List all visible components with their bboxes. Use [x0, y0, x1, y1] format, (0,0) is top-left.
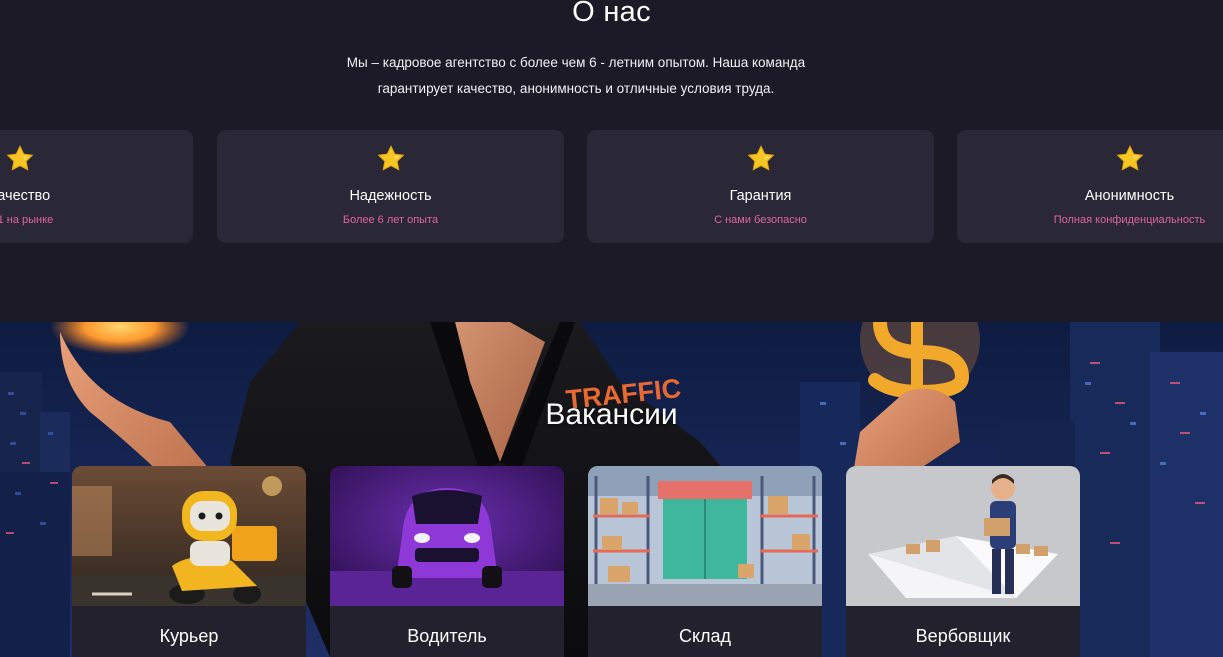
vacancies-title: Вакансии	[545, 398, 678, 431]
about-title: О нас	[572, 0, 651, 28]
driver-image	[330, 466, 564, 606]
feature-card-reliability: Надежность Более 6 лет опыта	[217, 130, 564, 243]
vacancy-card-recruiter[interactable]: Вербовщик	[846, 466, 1080, 657]
vacancy-card-courier[interactable]: Курьер	[72, 466, 306, 657]
feature-subtitle: Полная конфиденциальность	[1053, 214, 1206, 226]
feature-title: Надежность	[349, 188, 432, 204]
feature-card-anonymity: Анонимность Полная конфиденциальность	[957, 130, 1223, 243]
vacancy-title: Водитель	[407, 626, 487, 646]
courier-image	[72, 466, 306, 606]
feature-card-guarantee: Гарантия С нами безопасно	[587, 130, 934, 243]
feature-subtitle: Более 6 лет опыта	[342, 214, 439, 226]
vacancies-section: TRAFFIC Вакансии Курьер Водитель Склад В…	[0, 322, 1223, 657]
feature-subtitle: №1 на рынке	[0, 214, 54, 226]
vacancy-card-driver[interactable]: Водитель	[330, 466, 564, 657]
vacancy-card-warehouse[interactable]: Склад	[588, 466, 822, 657]
star-icon	[217, 144, 564, 174]
warehouse-image	[588, 466, 822, 606]
feature-subtitle: С нами безопасно	[714, 214, 807, 226]
recruiter-image	[846, 466, 1080, 606]
feature-card-quality: Качество №1 на рынке	[0, 130, 193, 243]
about-description: Мы – кадровое агентство с более чем 6 - …	[346, 55, 806, 96]
page: О нас Мы – кадровое агентство с более че…	[0, 0, 1223, 657]
feature-title: Анонимность	[1084, 188, 1175, 204]
star-icon	[0, 144, 193, 174]
about-section: О нас Мы – кадровое агентство с более че…	[0, 0, 1223, 322]
star-icon	[587, 144, 934, 174]
vacancy-title: Вербовщик	[915, 626, 1011, 646]
features-row: Качество №1 на рынке Надежность Более 6 …	[0, 130, 1223, 243]
vacancy-title: Склад	[678, 626, 732, 646]
star-icon	[957, 144, 1223, 174]
feature-title: Гарантия	[729, 188, 792, 204]
feature-title: Качество	[0, 188, 51, 204]
vacancy-title: Курьер	[159, 626, 219, 646]
